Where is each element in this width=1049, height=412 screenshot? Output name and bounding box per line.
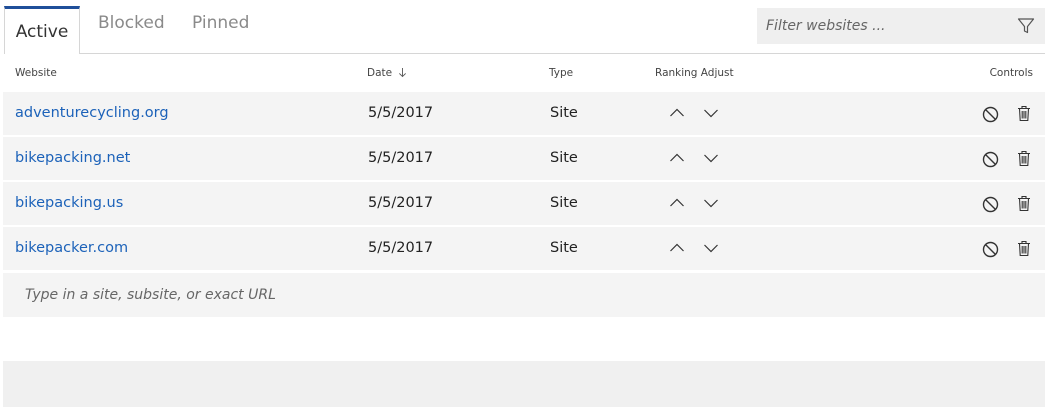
trash-icon[interactable]: [1017, 195, 1031, 212]
tab-blocked[interactable]: Blocked: [98, 0, 165, 46]
site-link[interactable]: bikepacker.com: [15, 240, 128, 256]
table-header: Website Date Type Ranking Adjust Control…: [4, 54, 1045, 91]
chevron-down-icon[interactable]: [703, 240, 719, 256]
block-icon[interactable]: [982, 106, 999, 123]
column-header-date[interactable]: Date: [367, 67, 407, 79]
block-icon[interactable]: [982, 241, 999, 258]
chevron-down-icon[interactable]: [703, 150, 719, 166]
table-row: bikepacking.us 5/5/2017 Site: [3, 182, 1045, 226]
chevron-down-icon[interactable]: [703, 195, 719, 211]
site-link[interactable]: bikepacking.net: [15, 150, 130, 166]
filter-funnel-icon[interactable]: [1017, 17, 1035, 35]
trash-icon[interactable]: [1017, 105, 1031, 122]
chevron-down-icon[interactable]: [703, 105, 719, 121]
table-row: bikepacking.net 5/5/2017 Site: [3, 137, 1045, 181]
add-site-input[interactable]: [3, 286, 627, 304]
sort-arrow-down-icon: [399, 68, 407, 78]
site-link[interactable]: bikepacking.us: [15, 195, 123, 211]
block-icon[interactable]: [982, 196, 999, 213]
row-date: 5/5/2017: [368, 240, 434, 256]
site-list-page: Active Blocked Pinned Website Date Type …: [0, 0, 1049, 412]
row-type: Site: [550, 150, 578, 166]
tab-active[interactable]: Active: [4, 6, 80, 54]
site-link[interactable]: adventurecycling.org: [15, 105, 169, 121]
trash-icon[interactable]: [1017, 240, 1031, 257]
column-header-type[interactable]: Type: [549, 67, 573, 79]
column-header-controls: Controls: [989, 67, 1033, 79]
chevron-up-icon[interactable]: [669, 150, 685, 166]
row-type: Site: [550, 195, 578, 211]
footer-bar: [3, 361, 1045, 407]
column-header-ranking-adjust: Ranking Adjust: [655, 67, 734, 79]
chevron-up-icon[interactable]: [669, 240, 685, 256]
tab-pinned[interactable]: Pinned: [192, 0, 249, 46]
row-date: 5/5/2017: [368, 195, 434, 211]
filter-websites-input[interactable]: [757, 17, 1008, 35]
row-date: 5/5/2017: [368, 105, 434, 121]
trash-icon[interactable]: [1017, 150, 1031, 167]
row-date: 5/5/2017: [368, 150, 434, 166]
row-type: Site: [550, 240, 578, 256]
table-row: adventurecycling.org 5/5/2017 Site: [3, 92, 1045, 136]
add-site-row: [3, 273, 1045, 317]
table-row: bikepacker.com 5/5/2017 Site: [3, 227, 1045, 271]
block-icon[interactable]: [982, 151, 999, 168]
chevron-up-icon[interactable]: [669, 105, 685, 121]
row-type: Site: [550, 105, 578, 121]
tabs-bar: Active Blocked Pinned: [0, 0, 1049, 54]
chevron-up-icon[interactable]: [669, 195, 685, 211]
filter-box: [757, 8, 1045, 44]
column-header-website[interactable]: Website: [15, 67, 57, 79]
column-header-date-label: Date: [367, 67, 393, 79]
